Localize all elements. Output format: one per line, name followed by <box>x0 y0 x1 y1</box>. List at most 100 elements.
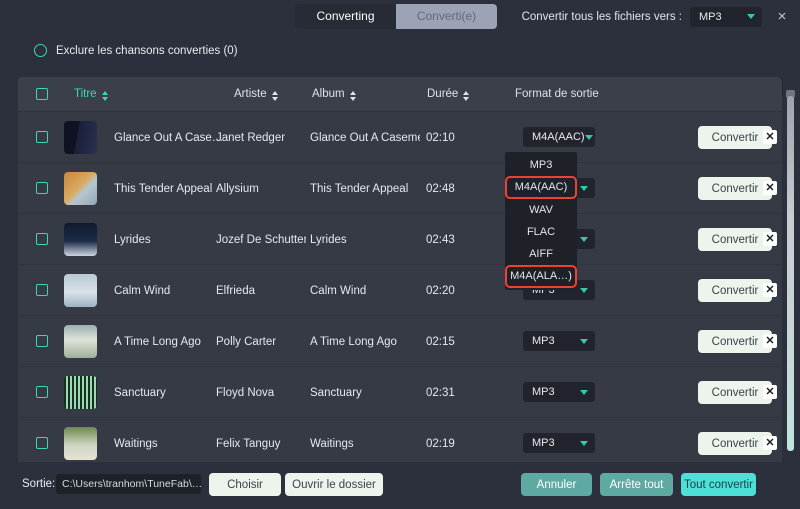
row-format-select[interactable]: M4A(AAC) <box>523 127 595 147</box>
cell-title: Waitings <box>114 437 158 450</box>
close-icon[interactable]: × <box>773 8 791 26</box>
sort-icon-artist[interactable] <box>271 89 279 101</box>
output-path-field[interactable]: C:\Users\tranhom\TuneFab\… <box>56 474 201 494</box>
cell-artist: Elfrieda <box>216 284 255 297</box>
row-format-select[interactable]: MP3 <box>523 433 595 453</box>
cell-duration: 02:10 <box>426 131 455 144</box>
remove-row-icon[interactable]: ✕ <box>763 283 777 297</box>
row-format-select[interactable]: MP3 <box>523 382 595 402</box>
cell-title: Calm Wind <box>114 284 171 297</box>
song-table-panel: Titre Artiste Album Durée Format de sort… <box>18 77 782 462</box>
table-row[interactable]: A Time Long Ago Polly Carter A Time Long… <box>18 316 782 367</box>
album-art-thumbnail <box>64 172 97 205</box>
remove-row-icon[interactable]: ✕ <box>763 385 777 399</box>
row-checkbox[interactable] <box>36 233 48 245</box>
vertical-scrollbar-thumb[interactable] <box>787 96 794 451</box>
tab-converting[interactable]: Converting <box>295 4 396 29</box>
sort-icon-duration[interactable] <box>463 89 470 101</box>
cell-title: Glance Out A Case… <box>114 131 222 144</box>
row-checkbox[interactable] <box>36 437 48 449</box>
mode-tabs: Converting Converti(e) <box>295 4 497 29</box>
format-option[interactable]: WAV <box>505 199 577 221</box>
convert-button[interactable]: Convertir <box>698 432 772 455</box>
tab-converted[interactable]: Converti(e) <box>396 4 497 29</box>
cell-album: A Time Long Ago <box>310 335 397 348</box>
table-row[interactable]: This Tender Appeal Allysium This Tender … <box>18 163 782 214</box>
column-header-artist[interactable]: Artiste <box>234 77 279 112</box>
choose-folder-button[interactable]: Choisir <box>209 473 281 496</box>
format-option[interactable]: M4A(ALA…) <box>505 265 577 288</box>
format-dropdown-menu[interactable]: MP3 M4A(AAC) WAV FLAC AIFF M4A(ALA…) <box>505 152 577 290</box>
row-checkbox[interactable] <box>36 335 48 347</box>
remove-row-icon[interactable]: ✕ <box>763 334 777 348</box>
table-row[interactable]: Calm Wind Elfrieda Calm Wind 02:20 MP3 C… <box>18 265 782 316</box>
cancel-button[interactable]: Annuler <box>521 473 592 496</box>
exclude-converted-label: Exclure les chansons converties (0) <box>56 44 238 57</box>
select-all-checkbox[interactable] <box>36 88 48 100</box>
app-window: Converting Converti(e) Convertir tous le… <box>0 0 800 509</box>
table-row[interactable]: Lyrides Jozef De Schutter Lyrides 02:43 … <box>18 214 782 265</box>
cell-artist: Allysium <box>216 182 259 195</box>
sort-icon-title[interactable] <box>101 89 109 101</box>
row-checkbox[interactable] <box>36 284 48 296</box>
column-header-format: Format de sortie <box>515 77 599 112</box>
format-option[interactable]: M4A(AAC) <box>505 176 577 199</box>
column-header-title[interactable]: Titre <box>74 77 109 112</box>
album-art-thumbnail <box>64 274 97 307</box>
cell-title: Lyrides <box>114 233 151 246</box>
row-checkbox[interactable] <box>36 182 48 194</box>
row-checkbox[interactable] <box>36 386 48 398</box>
exclude-converted-toggle[interactable]: Exclure les chansons converties (0) <box>34 44 238 57</box>
remove-row-icon[interactable]: ✕ <box>763 436 777 450</box>
table-row[interactable]: Sanctuary Floyd Nova Sanctuary 02:31 MP3… <box>18 367 782 418</box>
cell-album: Sanctuary <box>310 386 362 399</box>
cell-album: Lyrides <box>310 233 347 246</box>
chevron-down-icon <box>580 389 588 395</box>
cell-duration: 02:48 <box>426 182 455 195</box>
radio-circle-icon <box>34 44 47 57</box>
convert-button[interactable]: Convertir <box>698 381 772 404</box>
convert-button[interactable]: Convertir <box>698 330 772 353</box>
row-checkbox[interactable] <box>36 131 48 143</box>
table-row[interactable]: Glance Out A Case… Janet Redger Glance O… <box>18 112 782 163</box>
cell-album: This Tender Appeal <box>310 182 409 195</box>
format-option[interactable]: FLAC <box>505 221 577 243</box>
column-header-album[interactable]: Album <box>312 77 357 112</box>
cell-duration: 02:43 <box>426 233 455 246</box>
remove-row-icon[interactable]: ✕ <box>763 232 777 246</box>
chevron-down-icon <box>747 14 755 19</box>
remove-row-icon[interactable]: ✕ <box>763 181 777 195</box>
cell-artist: Janet Redger <box>216 131 286 144</box>
sort-icon-album[interactable] <box>349 89 357 101</box>
global-format-select[interactable]: MP3 <box>690 6 762 27</box>
cell-album: Waitings <box>310 437 354 450</box>
convert-button[interactable]: Convertir <box>698 177 772 200</box>
album-art-thumbnail <box>64 223 97 256</box>
table-row[interactable]: Waitings Felix Tanguy Waitings 02:19 MP3… <box>18 418 782 462</box>
convert-button[interactable]: Convertir <box>698 126 772 149</box>
row-format-value: MP3 <box>532 437 555 449</box>
filter-bar: Exclure les chansons converties (0) <box>0 33 800 97</box>
remove-row-icon[interactable]: ✕ <box>763 130 777 144</box>
row-format-value: MP3 <box>532 335 555 347</box>
output-label: Sortie: <box>22 478 56 490</box>
column-header-duration[interactable]: Durée <box>427 77 470 112</box>
row-format-select[interactable]: MP3 <box>523 331 595 351</box>
column-label-album: Album <box>312 88 345 100</box>
convert-all-button[interactable]: Tout convertir <box>681 473 756 496</box>
output-path-value: C:\Users\tranhom\TuneFab\… <box>62 478 201 490</box>
cell-duration: 02:19 <box>426 437 455 450</box>
title-bar: Converting Converti(e) Convertir tous le… <box>0 0 800 33</box>
open-folder-button[interactable]: Ouvrir le dossier <box>285 473 383 496</box>
format-option[interactable]: AIFF <box>505 243 577 265</box>
column-label-artist: Artiste <box>234 88 267 100</box>
cell-title: A Time Long Ago <box>114 335 201 348</box>
chevron-down-icon <box>580 338 588 344</box>
stop-all-button[interactable]: Arrête tout <box>600 473 673 496</box>
cell-artist: Floyd Nova <box>216 386 275 399</box>
cell-title: This Tender Appeal <box>114 182 213 195</box>
convert-button[interactable]: Convertir <box>698 228 772 251</box>
format-option[interactable]: MP3 <box>505 154 577 176</box>
album-art-thumbnail <box>64 376 97 409</box>
convert-button[interactable]: Convertir <box>698 279 772 302</box>
